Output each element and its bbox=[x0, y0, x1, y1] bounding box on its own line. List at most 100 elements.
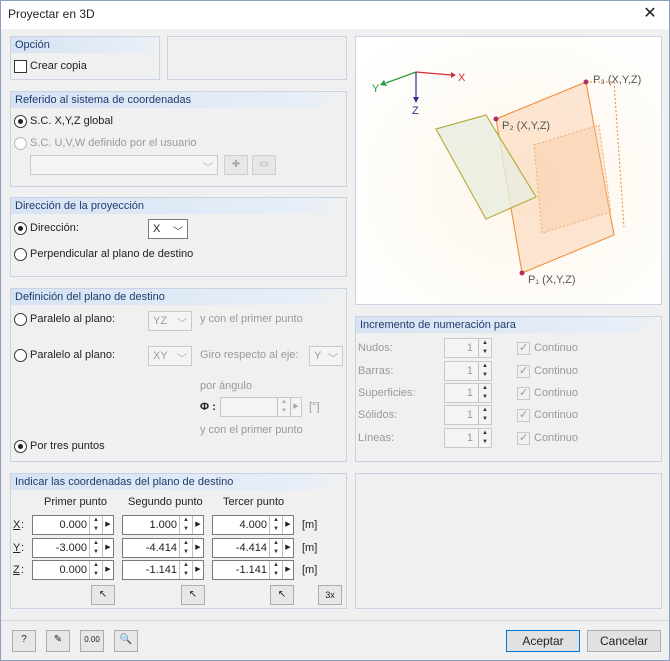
x-p3-value: 4.000 bbox=[239, 519, 267, 531]
crear-copia-checkbox[interactable] bbox=[14, 60, 27, 73]
sc-usuario-select[interactable]: ﹀ bbox=[30, 155, 218, 175]
spin[interactable]: ▲ ▼ bbox=[478, 429, 491, 447]
incremento-group: Incremento de numeración para Nudos: 1 ▲ ▼… bbox=[355, 316, 662, 462]
sistema-group: Referido al sistema de coordenadas S.C. … bbox=[10, 91, 347, 187]
sc-global-radio[interactable] bbox=[14, 115, 27, 128]
spin[interactable]: ▲ ▼ bbox=[478, 384, 491, 402]
pick-arrow-icon[interactable]: ▶ bbox=[192, 516, 203, 534]
y-p1-input[interactable]: -3.000 ▲ ▼ ▶ bbox=[32, 538, 114, 558]
spin[interactable]: ▲ ▼ bbox=[269, 561, 282, 579]
phi-input[interactable]: ▲ ▼ ▶ bbox=[220, 397, 302, 417]
sistema-header: Referido al sistema de coordenadas bbox=[11, 92, 346, 108]
barras-continuo-checkbox[interactable] bbox=[517, 364, 530, 378]
perpendicular-radio[interactable] bbox=[14, 248, 27, 261]
spin[interactable]: ▲ ▼ bbox=[478, 362, 491, 380]
decimals-button[interactable]: 0.00 bbox=[80, 630, 104, 652]
lineas-continuo-checkbox[interactable] bbox=[517, 431, 530, 445]
edit-button[interactable]: ✎ bbox=[46, 630, 70, 652]
coords-header: Indicar las coordenadas del plano de des… bbox=[11, 474, 346, 490]
y-p3-input[interactable]: -4.414 ▲ ▼ ▶ bbox=[212, 538, 294, 558]
lineas-input[interactable]: 1 ▲ ▼ bbox=[444, 428, 492, 448]
chevron-down-icon: ﹀ bbox=[203, 163, 213, 174]
close-icon[interactable]: ✕ bbox=[639, 4, 661, 24]
z-p3-input[interactable]: -1.141 ▲ ▼ ▶ bbox=[212, 560, 294, 580]
nudos-continuo-checkbox[interactable] bbox=[517, 341, 530, 355]
phi-pick-arrow-icon[interactable]: ▶ bbox=[290, 398, 301, 416]
superficies-continuo-label: Continuo bbox=[534, 387, 579, 399]
spin[interactable]: ▲ ▼ bbox=[89, 516, 102, 534]
edit-pencil-icon: ✎ bbox=[53, 634, 63, 645]
aceptar-button[interactable]: Aceptar bbox=[506, 630, 580, 652]
giro-select[interactable]: Y ﹀ bbox=[309, 346, 343, 366]
phi-spin[interactable]: ▲ ▼ bbox=[277, 398, 290, 416]
paralelo1-value: YZ bbox=[153, 315, 168, 327]
axis-x-colon: : bbox=[21, 519, 25, 531]
solidos-input[interactable]: 1 ▲ ▼ bbox=[444, 405, 492, 425]
direccion-radio[interactable] bbox=[14, 222, 27, 235]
axis-y-text: Y bbox=[372, 83, 380, 95]
paralelo1-select[interactable]: YZ ﹀ bbox=[148, 311, 192, 331]
nudos-input[interactable]: 1 ▲ ▼ bbox=[444, 338, 492, 358]
pick-arrow-icon[interactable]: ▶ bbox=[282, 561, 293, 579]
z-p1-value: 0.000 bbox=[59, 564, 87, 576]
pick-arrow-icon[interactable]: ▶ bbox=[192, 561, 203, 579]
pick-arrow-icon[interactable]: ▶ bbox=[282, 516, 293, 534]
unit-y: [m] bbox=[302, 542, 318, 554]
x-p3-input[interactable]: 4.000 ▲ ▼ ▶ bbox=[212, 515, 294, 535]
tres-puntos-radio[interactable] bbox=[14, 440, 27, 453]
direccion-select[interactable]: X ﹀ bbox=[148, 219, 188, 239]
x-p2-input[interactable]: 1.000 ▲ ▼ ▶ bbox=[122, 515, 204, 535]
pick-arrow-icon[interactable]: ▶ bbox=[192, 539, 203, 557]
view-button[interactable]: 🔍 bbox=[114, 630, 138, 652]
z-p1-input[interactable]: 0.000 ▲ ▼ ▶ bbox=[32, 560, 114, 580]
new-coordinate-system-button[interactable]: ✚ bbox=[224, 155, 248, 175]
direccion-label: Dirección: bbox=[30, 222, 79, 234]
pick-point1-button[interactable]: ↖ bbox=[91, 585, 115, 605]
opcion-header: Opción bbox=[11, 37, 159, 53]
giro-label: Giro respecto al eje: bbox=[200, 349, 299, 361]
cancelar-button[interactable]: Cancelar bbox=[587, 630, 661, 652]
pick-point2-button[interactable]: ↖ bbox=[181, 585, 205, 605]
barras-input[interactable]: 1 ▲ ▼ bbox=[444, 361, 492, 381]
x-p1-input[interactable]: 0.000 ▲ ▼ ▶ bbox=[32, 515, 114, 535]
x-p2-value: 1.000 bbox=[149, 519, 177, 531]
superficies-input[interactable]: 1 ▲ ▼ bbox=[444, 383, 492, 403]
paralelo1-radio[interactable] bbox=[14, 313, 27, 326]
solidos-continuo-checkbox[interactable] bbox=[517, 408, 530, 422]
spin[interactable]: ▲ ▼ bbox=[89, 561, 102, 579]
giro-value: Y bbox=[314, 350, 322, 362]
edit-coordinate-system-button[interactable]: ▭ bbox=[252, 155, 276, 175]
pick-arrow-icon[interactable]: ▶ bbox=[102, 561, 113, 579]
spin[interactable]: ▲ ▼ bbox=[478, 406, 491, 424]
solidos-value: 1 bbox=[466, 409, 473, 421]
pick-point3-button[interactable]: ↖ bbox=[270, 585, 294, 605]
spin[interactable]: ▲ ▼ bbox=[179, 516, 192, 534]
help-button[interactable]: ? bbox=[12, 630, 36, 652]
spin[interactable]: ▲ ▼ bbox=[478, 339, 491, 357]
blank-panel bbox=[167, 36, 347, 80]
tres-puntos-label: Por tres puntos bbox=[30, 440, 105, 452]
sc-usuario-radio[interactable] bbox=[14, 137, 27, 150]
y-p2-input[interactable]: -4.414 ▲ ▼ ▶ bbox=[122, 538, 204, 558]
opcion-group: Opción Crear copia bbox=[10, 36, 160, 80]
paralelo2-label: Paralelo al plano: bbox=[30, 349, 116, 361]
pick-arrow-icon[interactable]: ▶ bbox=[102, 539, 113, 557]
spin[interactable]: ▲ ▼ bbox=[269, 516, 282, 534]
spin[interactable]: ▲ ▼ bbox=[89, 539, 102, 557]
paralelo2-select[interactable]: XY ﹀ bbox=[148, 346, 192, 366]
spin[interactable]: ▲ ▼ bbox=[269, 539, 282, 557]
y-p1-value: -3.000 bbox=[55, 542, 87, 554]
spin[interactable]: ▲ ▼ bbox=[179, 561, 192, 579]
pick-three-points-button[interactable]: 3x bbox=[318, 585, 342, 605]
point-p1-label: P₁ (X,Y,Z) bbox=[528, 274, 576, 286]
paralelo2-radio[interactable] bbox=[14, 349, 27, 362]
pick-arrow-icon[interactable]: ▶ bbox=[282, 539, 293, 557]
z-p2-input[interactable]: -1.141 ▲ ▼ ▶ bbox=[122, 560, 204, 580]
cursor-pick-icon: ↖ bbox=[277, 589, 287, 600]
superficies-label: Superficies: bbox=[358, 387, 416, 399]
pick-arrow-icon[interactable]: ▶ bbox=[102, 516, 113, 534]
nudos-label: Nudos: bbox=[358, 342, 393, 354]
superficies-continuo-checkbox[interactable] bbox=[517, 386, 530, 400]
spin[interactable]: ▲ ▼ bbox=[179, 539, 192, 557]
help-icon: ? bbox=[21, 634, 27, 645]
